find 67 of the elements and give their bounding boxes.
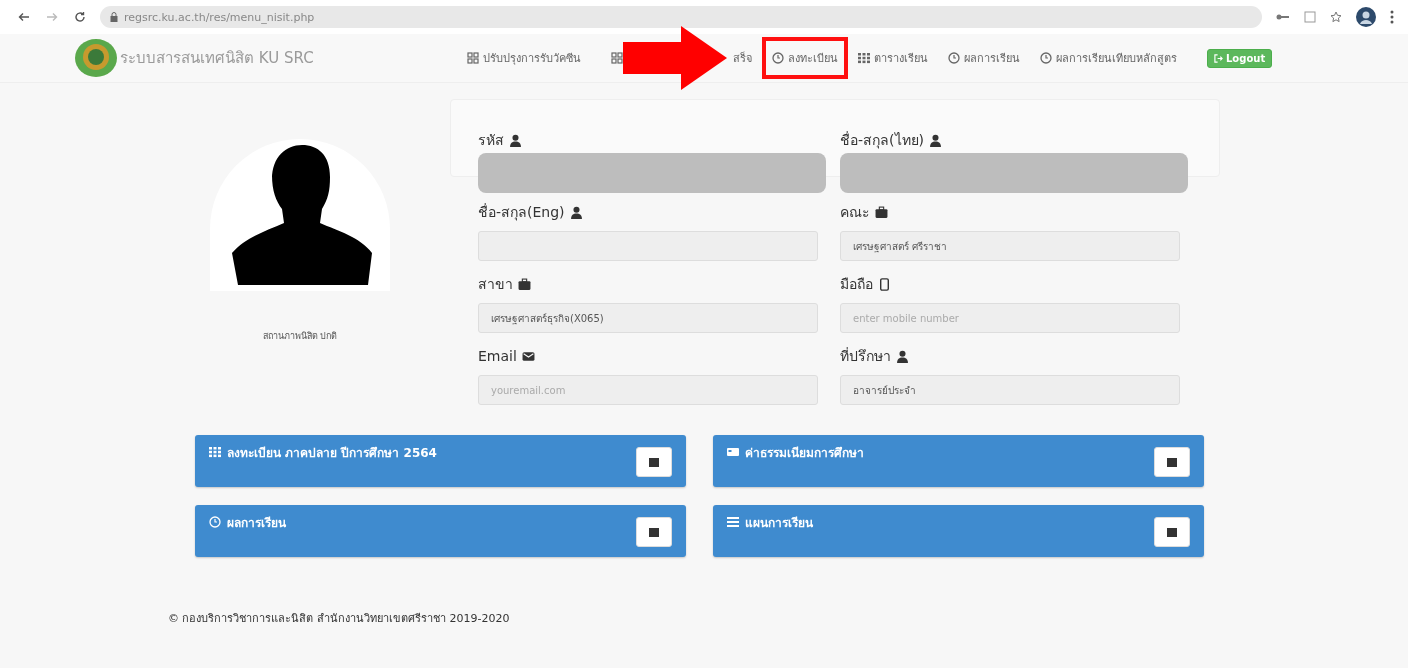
field-label: รหัส [478, 131, 504, 150]
sign-out-icon [1214, 53, 1223, 63]
field-label: Email [478, 348, 517, 364]
university-logo-icon [74, 38, 118, 78]
menu-card[interactable]: ค่าธรรมเนียมการศึกษา [713, 435, 1204, 487]
clock-icon [772, 52, 784, 64]
list-icon [727, 516, 739, 528]
address-bar[interactable]: regsrc.ku.ac.th/res/menu_nisit.php [100, 6, 1262, 28]
input-field[interactable]: เศรษฐศาสตร์ ศรีราชา [840, 231, 1180, 261]
input-field[interactable]: youremail.com [478, 375, 818, 405]
footer-text: © กองบริการวิชาการและนิสิต สำนักงานวิทยาเขตศรีราชา 2019-2020 [168, 611, 511, 627]
grid-icon [467, 52, 479, 64]
input-field[interactable]: อาจารย์ประจำ [840, 375, 1180, 405]
table-icon [858, 52, 870, 64]
square-icon [1167, 457, 1177, 467]
user-icon [896, 349, 909, 363]
menu-icon[interactable] [1390, 10, 1394, 24]
user-icon [569, 205, 583, 219]
clock-icon [948, 52, 960, 64]
user-icon [509, 133, 522, 147]
menu-card[interactable]: ลงทะเบียน ภาคปลาย ปีการศึกษา 2564 [195, 435, 686, 487]
nav-link[interactable]: ลงทะเบียน [762, 37, 848, 79]
nav-link[interactable]: ตารางเรียน [848, 37, 938, 79]
nav-link[interactable]: สร็จ [723, 37, 762, 79]
envelope-icon [521, 349, 535, 363]
open-button[interactable] [1154, 517, 1190, 547]
card-icon [727, 446, 739, 458]
mobile-phone-icon [878, 277, 891, 291]
nav-link[interactable]: ผลการเรียน [938, 37, 1030, 79]
card-title: ลงทะเบียน ภาคปลาย ปีการศึกษา 2564 [227, 444, 437, 462]
back-arrow-icon[interactable] [18, 11, 30, 23]
reload-icon[interactable] [74, 11, 86, 23]
card-title: แผนการเรียน [745, 514, 813, 532]
input-field[interactable]: enter mobile number [840, 303, 1180, 333]
briefcase-icon [875, 205, 888, 219]
nav-link[interactable]: ผลการเรียนเทียบหลักสูตร [1030, 37, 1187, 79]
field-label: สาขา [478, 275, 513, 294]
square-icon [1167, 527, 1177, 537]
student-status: สถานภาพนิสิต ปกติ [262, 330, 338, 343]
clock-icon [1040, 52, 1052, 64]
menu-card[interactable]: แผนการเรียน [713, 505, 1204, 557]
briefcase-icon [518, 277, 531, 291]
square-icon [649, 527, 659, 537]
field-label: มือถือ [840, 275, 873, 294]
input-field[interactable]: เศรษฐศาสตร์ธุรกิจ(X065) [478, 303, 818, 333]
field-label: ชื่อ-สกุล(ไทย) [840, 130, 924, 151]
card-title: ค่าธรรมเนียมการศึกษา [745, 444, 864, 462]
menu-card[interactable]: ผลการเรียน [195, 505, 686, 557]
card-title: ผลการเรียน [227, 514, 286, 532]
lock-icon [110, 12, 118, 22]
key-icon[interactable] [1276, 12, 1290, 22]
field-label: คณะ [840, 203, 870, 222]
square-icon [649, 457, 659, 467]
open-button[interactable] [636, 517, 672, 547]
grid-icon [611, 52, 623, 64]
input-field[interactable] [478, 231, 818, 261]
profile-avatar-icon[interactable] [1356, 7, 1376, 27]
field-label: ชื่อ-สกุล(Eng) [478, 202, 565, 223]
clock-icon [209, 516, 221, 528]
open-button[interactable] [636, 447, 672, 477]
star-icon[interactable] [1330, 11, 1342, 23]
table-icon [209, 446, 221, 458]
field-label: ที่ปรึกษา [840, 346, 891, 366]
nav-link[interactable]: ปรับปรุงการรับวัคซีน [457, 37, 591, 79]
url-text: regsrc.ku.ac.th/res/menu_nisit.php [124, 10, 315, 24]
user-icon [929, 133, 942, 147]
open-button[interactable] [1154, 447, 1190, 477]
